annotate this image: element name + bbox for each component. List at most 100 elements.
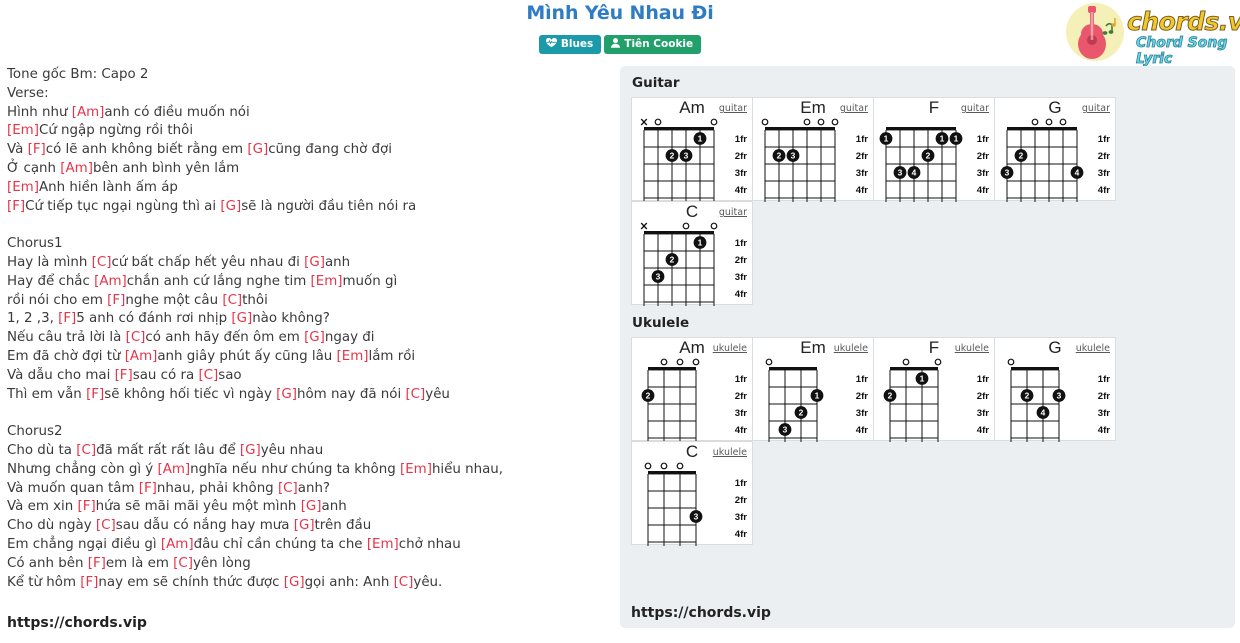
status-badge-genre[interactable]: Blues: [538, 35, 602, 54]
lyric-line: Chorus2: [7, 423, 607, 442]
status-badge-artist[interactable]: Tiên Cookie: [604, 35, 702, 54]
lyric-text: Chorus2: [7, 424, 63, 440]
svg-text:3: 3: [694, 512, 699, 522]
lyric-text: chắn anh cứ lắng nghe tim: [126, 273, 311, 289]
chord-token[interactable]: [G]: [231, 311, 252, 326]
chord-token[interactable]: [Em]: [400, 462, 432, 477]
lyric-text: có lẽ anh không biết rằng em: [45, 142, 248, 158]
chord-token[interactable]: [G]: [304, 330, 325, 345]
chord-token[interactable]: [F]: [86, 387, 104, 402]
svg-text:2: 2: [1025, 391, 1030, 401]
chord-token[interactable]: [C]: [173, 556, 193, 571]
chord-token[interactable]: [G]: [220, 199, 241, 214]
svg-text:1: 1: [884, 134, 889, 144]
chord-token[interactable]: [G]: [247, 142, 268, 157]
chord-token[interactable]: [Am]: [161, 537, 194, 552]
lyric-text: anh giây phút ấy cũng lâu: [157, 348, 337, 364]
chord-token[interactable]: [C]: [278, 481, 298, 496]
lyric-text: nào không?: [252, 311, 330, 327]
chord-token[interactable]: [C]: [405, 387, 425, 402]
chord-token[interactable]: [F]: [58, 311, 76, 326]
chord-token[interactable]: [C]: [198, 368, 218, 383]
chord-diagram-guitar-em[interactable]: Em guitar 2 3 1fr 2fr 3fr 4fr: [752, 97, 874, 202]
lyric-line: Cho dù ngày [C]sau dẫu có nắng hay mưa […: [7, 517, 607, 536]
chord-diagram-panel: Guitar Am guitar 1 2 3 1fr 2fr 3fr 4fr Em guitar 2 3…: [620, 66, 1235, 628]
site-url-left[interactable]: https://chords.vip: [7, 615, 147, 631]
chord-token[interactable]: [Am]: [125, 349, 158, 364]
page-title: Mình Yêu Nhau Đi: [526, 2, 714, 24]
guitar-section-heading: Guitar: [632, 75, 680, 91]
chord-diagram-ukulele-g[interactable]: Gukulele 2 3 4 1fr 2fr 3fr 4fr: [994, 337, 1116, 442]
svg-text:2: 2: [646, 391, 651, 401]
svg-text:4: 4: [1075, 168, 1080, 178]
chord-token[interactable]: [Am]: [60, 161, 93, 176]
fret-label: 3fr: [735, 272, 748, 283]
chord-token[interactable]: [F]: [107, 293, 125, 308]
chord-diagram-guitar-c[interactable]: Cguitar 1 2 3 1fr 2fr 3fr 4fr: [631, 201, 753, 306]
chord-token[interactable]: [G]: [294, 518, 315, 533]
svg-text:2: 2: [926, 151, 931, 161]
lyric-line: [Em]Cứ ngập ngừng rồi thôi: [7, 122, 607, 141]
chord-token[interactable]: [G]: [276, 387, 297, 402]
fret-label: 2fr: [1098, 391, 1111, 402]
lyric-text: hiểu nhau,: [431, 461, 504, 477]
chord-diagram-guitar-f[interactable]: Fguitar 1 1 1 2 3 4 1fr 2fr 3fr 4fr: [873, 97, 995, 202]
chord-token[interactable]: [C]: [92, 255, 112, 270]
chord-diagram-ukulele-em[interactable]: Em ukulele 1 2 3 1fr 2fr 3fr 4fr: [752, 337, 874, 442]
chord-token[interactable]: [C]: [222, 293, 242, 308]
lyric-text: yên lòng: [192, 555, 251, 571]
chord-token[interactable]: [F]: [80, 575, 98, 590]
chord-token[interactable]: [Em]: [7, 180, 39, 195]
chord-token[interactable]: [Am]: [72, 105, 105, 120]
lyric-text: nghe một câu: [125, 292, 223, 308]
lyric-line: Và em xin [F]hứa sẽ mãi mãi yêu một mình…: [7, 498, 607, 517]
fret-label: 4fr: [856, 185, 869, 196]
chord-token[interactable]: [F]: [78, 499, 96, 514]
svg-text:1: 1: [940, 134, 945, 144]
svg-text:3: 3: [898, 168, 903, 178]
lyric-blank-line: [7, 404, 607, 423]
fret-label: 2fr: [735, 151, 748, 162]
chord-diagram-guitar-g[interactable]: Gguitar 2 3 4 1fr 2fr 3fr 4fr: [994, 97, 1116, 202]
lyric-line: Cho dù ta [C]đã mất rất rất lâu để [G]yê…: [7, 442, 607, 461]
chord-token[interactable]: [Am]: [158, 462, 191, 477]
lyric-text: nghĩa nếu như chúng ta không: [190, 461, 400, 477]
chord-diagram-ukulele-f[interactable]: Fukulele 1 2 1fr 2fr 3fr 4fr: [873, 337, 995, 442]
chord-token[interactable]: [G]: [240, 443, 261, 458]
lyric-text: 5 anh có đánh rơi nhịp: [76, 311, 232, 327]
chord-token[interactable]: [F]: [28, 142, 46, 157]
lyric-text: Hay là mình: [7, 254, 92, 270]
chord-token[interactable]: [F]: [7, 199, 25, 214]
chord-token[interactable]: [Em]: [7, 123, 39, 138]
fret-label: 3fr: [735, 168, 748, 179]
chord-token[interactable]: [C]: [394, 575, 414, 590]
lyric-text: sẽ không hối tiếc vì ngày: [104, 386, 277, 402]
chord-token[interactable]: [Em]: [367, 537, 399, 552]
site-url-right[interactable]: https://chords.vip: [631, 605, 771, 621]
chord-token[interactable]: [F]: [139, 481, 157, 496]
fret-label: 3fr: [977, 408, 990, 419]
chord-token[interactable]: [G]: [301, 499, 322, 514]
fret-label: 3fr: [856, 168, 869, 179]
site-logo[interactable]: chords.vip Chord Song Lyric: [1064, 1, 1240, 67]
chord-token[interactable]: [F]: [88, 556, 106, 571]
chord-token[interactable]: [Em]: [337, 349, 369, 364]
chord-token[interactable]: [G]: [284, 575, 305, 590]
chord-token[interactable]: [Em]: [311, 274, 343, 289]
chord-token[interactable]: [C]: [96, 518, 116, 533]
fret-label: 4fr: [977, 185, 990, 196]
chord-token[interactable]: [C]: [76, 443, 96, 458]
fret-label: 2fr: [735, 255, 748, 266]
chord-diagram-ukulele-am[interactable]: Am ukulele 2 1fr 2fr 3fr 4fr: [631, 337, 753, 442]
chord-token[interactable]: [F]: [115, 368, 133, 383]
chord-diagram-ukulele-c[interactable]: Cukulele 3 1fr 2fr 3fr 4fr: [631, 441, 753, 546]
fretboard-graphic: 2 3 4 1fr 2fr 3fr 4fr: [1007, 358, 1111, 442]
fretboard-graphic: 1 2 3 1fr 2fr 3fr 4fr: [765, 358, 868, 442]
chord-token[interactable]: [Am]: [94, 274, 127, 289]
fret-label: 1fr: [977, 374, 990, 385]
chord-diagram-guitar-am[interactable]: Am guitar 1 2 3 1fr 2fr 3fr 4fr: [631, 97, 753, 202]
chord-token[interactable]: [C]: [126, 330, 146, 345]
svg-text:4: 4: [1041, 408, 1046, 418]
chord-token[interactable]: [G]: [304, 255, 325, 270]
lyric-text: thôi: [242, 292, 268, 308]
